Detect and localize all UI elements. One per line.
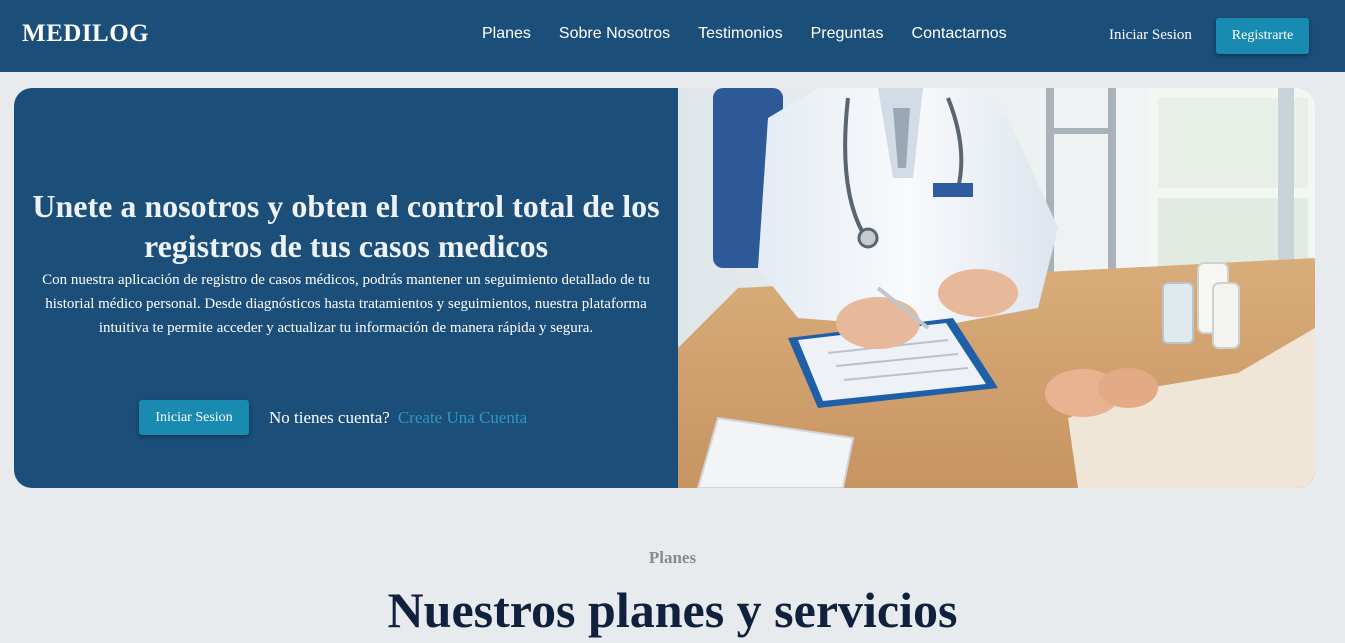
nav-login-link[interactable]: Iniciar Sesion (1109, 27, 1192, 44)
hero-login-button[interactable]: Iniciar Sesion (139, 400, 249, 435)
nav-register-button[interactable]: Registrarte (1216, 18, 1309, 54)
hero-description: Con nuestra aplicación de registro de ca… (42, 272, 650, 336)
create-account-link[interactable]: Create Una Cuenta (398, 408, 527, 428)
nav-link-preguntas[interactable]: Preguntas (811, 25, 884, 43)
nav-links: Planes Sobre Nosotros Testimonios Pregun… (482, 25, 1007, 43)
brand-logo[interactable]: MEDILOG (22, 20, 149, 48)
hero-cta-row: Iniciar Sesion No tienes cuenta? Create … (139, 400, 527, 435)
doctor-consultation-photo (678, 88, 1315, 488)
hero-title: Unete a nosotros y obten el control tota… (32, 188, 660, 264)
nav-link-testimonios[interactable]: Testimonios (698, 25, 782, 43)
nav-link-sobre-nosotros[interactable]: Sobre Nosotros (559, 25, 670, 43)
hero-text-panel: Unete a nosotros y obten el control tota… (14, 88, 678, 488)
top-navbar: MEDILOG Planes Sobre Nosotros Testimonio… (0, 0, 1345, 72)
nav-link-contactarnos[interactable]: Contactarnos (912, 25, 1007, 43)
no-account-text: No tienes cuenta? (269, 407, 390, 427)
plans-section-label: Planes (648, 548, 697, 567)
plans-section-title: Nuestros planes y servicios (387, 582, 958, 638)
nav-link-planes[interactable]: Planes (482, 25, 531, 43)
hero-banner: Unete a nosotros y obten el control tota… (14, 88, 1315, 488)
